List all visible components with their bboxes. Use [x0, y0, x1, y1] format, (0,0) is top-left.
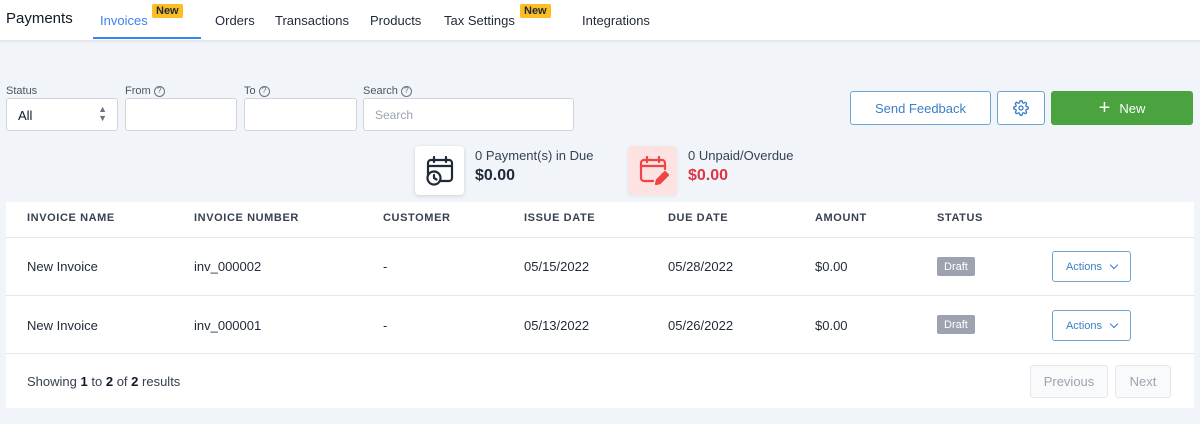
column-header-invoice-number[interactable]: INVOICE NUMBER — [194, 212, 299, 224]
results-total: 2 — [131, 374, 139, 389]
from-label-text: From — [125, 85, 151, 97]
plus-icon: + — [1098, 97, 1111, 119]
search-input[interactable] — [363, 98, 574, 131]
to-word: to — [91, 374, 103, 389]
table-divider — [6, 353, 1194, 354]
invoice-name-cell[interactable]: New Invoice — [27, 259, 98, 274]
column-header-amount[interactable]: AMOUNT — [815, 212, 867, 224]
table-divider — [6, 295, 1194, 296]
table-divider — [6, 237, 1194, 238]
invoice-number-cell: inv_000002 — [194, 259, 262, 274]
actions-label: Actions — [1065, 319, 1103, 332]
settings-button[interactable] — [997, 91, 1045, 125]
search-label-text: Search — [363, 85, 398, 97]
tab-orders[interactable]: Orders — [215, 13, 255, 28]
status-filter-label: Status — [6, 85, 37, 97]
top-nav: Payments Invoices New Orders Transaction… — [0, 0, 1200, 41]
new-badge-tax-settings: New — [520, 4, 551, 18]
help-icon[interactable]: ? — [153, 85, 165, 97]
issue-date-cell: 05/13/2022 — [524, 318, 590, 333]
column-header-status[interactable]: STATUS — [937, 212, 983, 224]
issue-date-cell: 05/15/2022 — [524, 259, 590, 274]
payments-due-count: 0 Payment(s) in Due — [475, 148, 594, 163]
results-word: results — [142, 374, 181, 389]
status-select-value: All — [18, 108, 33, 123]
amount-cell: $0.00 — [815, 259, 848, 274]
invoice-name-cell[interactable]: New Invoice — [27, 318, 98, 333]
tab-products[interactable]: Products — [370, 13, 421, 28]
showing-prefix: Showing — [27, 374, 77, 389]
tab-transactions[interactable]: Transactions — [275, 13, 349, 28]
status-badge: Draft — [937, 257, 975, 276]
calendar-edit-icon — [639, 155, 669, 185]
overdue-icon-box — [628, 146, 677, 195]
chevron-down-icon — [1109, 260, 1119, 269]
actions-label: Actions — [1065, 260, 1103, 273]
customer-cell: - — [383, 259, 388, 274]
column-header-issue-date[interactable]: ISSUE DATE — [524, 212, 595, 224]
status-badge: Draft — [937, 315, 975, 334]
status-label-text: Status — [6, 85, 38, 97]
overdue-count: 0 Unpaid/Overdue — [688, 148, 794, 163]
amount-cell: $0.00 — [815, 318, 848, 333]
search-filter-label: Search ? — [363, 85, 412, 97]
payments-due-amount: $0.00 — [475, 167, 516, 184]
new-badge-invoices: New — [152, 4, 183, 18]
column-header-customer[interactable]: CUSTOMER — [383, 212, 451, 224]
to-label-text: To — [244, 85, 256, 97]
to-filter-label: To ? — [244, 85, 270, 97]
previous-page-button[interactable]: Previous — [1030, 365, 1108, 398]
from-date-input[interactable] — [125, 98, 237, 131]
help-icon[interactable]: ? — [400, 85, 412, 97]
customer-cell: - — [383, 318, 388, 333]
send-feedback-button[interactable]: Send Feedback — [850, 91, 991, 125]
tab-tax-settings[interactable]: Tax Settings — [444, 13, 515, 28]
due-date-cell: 05/28/2022 — [668, 259, 734, 274]
payments-due-icon-box — [415, 146, 464, 195]
invoices-table — [6, 202, 1194, 408]
tab-invoices[interactable]: Invoices — [100, 13, 148, 28]
status-select[interactable]: All ▲ ▼ — [6, 98, 118, 131]
to-date-input[interactable] — [244, 98, 357, 131]
select-arrows-icon: ▲ ▼ — [98, 104, 107, 123]
results-from: 1 — [80, 374, 88, 389]
help-icon[interactable]: ? — [258, 85, 270, 97]
from-filter-label: From ? — [125, 85, 165, 97]
new-invoice-button[interactable]: + New — [1051, 91, 1193, 125]
tab-integrations[interactable]: Integrations — [582, 13, 650, 28]
overdue-amount: $0.00 — [688, 167, 729, 184]
next-page-button[interactable]: Next — [1115, 365, 1171, 398]
actions-dropdown-button[interactable]: Actions — [1052, 251, 1131, 282]
gear-icon — [1013, 100, 1029, 116]
chevron-down-icon — [1109, 319, 1119, 328]
active-tab-indicator — [93, 37, 201, 39]
app-title: Payments — [6, 10, 73, 27]
column-header-due-date[interactable]: DUE DATE — [668, 212, 728, 224]
results-to: 2 — [105, 374, 114, 389]
column-header-invoice-name[interactable]: INVOICE NAME — [27, 212, 115, 224]
invoice-number-cell: inv_000001 — [194, 318, 262, 333]
results-summary: Showing 1 to 2 of 2 results — [27, 374, 180, 389]
new-button-label: New — [1119, 100, 1146, 116]
actions-dropdown-button[interactable]: Actions — [1052, 310, 1131, 341]
due-date-cell: 05/26/2022 — [668, 318, 734, 333]
of-word: of — [116, 374, 128, 389]
calendar-clock-icon — [425, 155, 453, 186]
